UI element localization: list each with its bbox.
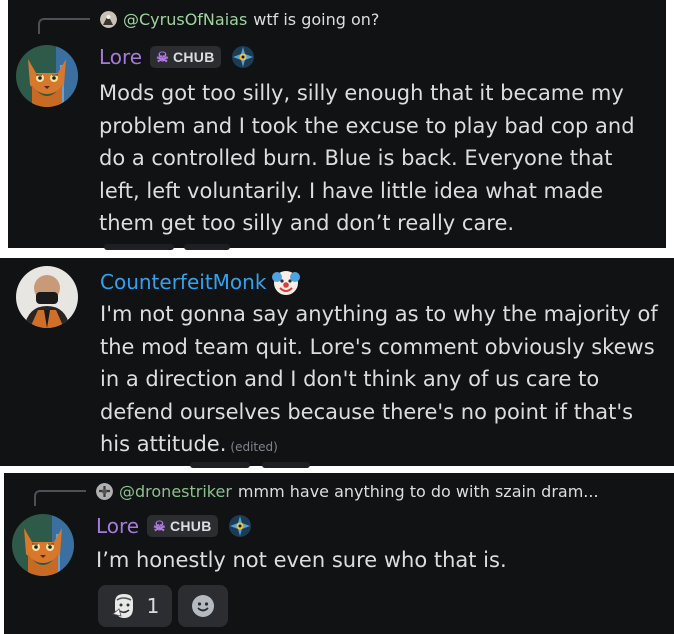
add-reaction-icon <box>192 595 214 617</box>
reaction-edge <box>104 244 174 250</box>
author-name[interactable]: Lore <box>96 514 139 538</box>
cat-avatar-icon <box>16 45 78 107</box>
sticker-face-icon <box>111 594 133 618</box>
message-body: Mods got too silly, silly enough that it… <box>99 81 635 235</box>
eye-badge-icon <box>228 515 251 537</box>
reaction-edge <box>262 462 310 468</box>
avatar[interactable] <box>16 45 78 107</box>
author-name[interactable]: CounterfeitMonk <box>100 270 266 294</box>
reply-reference[interactable]: @dronestriker mmm have anything to do wi… <box>96 482 599 501</box>
reaction-edge <box>184 244 230 250</box>
message-body-text: I'm not gonna say anything as to why the… <box>100 302 658 456</box>
reply-avatar <box>96 483 113 500</box>
reactions-bar: 1 <box>98 585 228 627</box>
message-lore-1: @CyrusOfNaias wtf is going on? Lore ☠ CH… <box>8 0 666 250</box>
avatar[interactable] <box>16 266 78 328</box>
server-tag-label: CHUB <box>169 518 212 534</box>
skull-icon: ☠ <box>156 48 169 65</box>
reaction-button[interactable]: 1 <box>98 585 172 627</box>
reply-reference[interactable]: @CyrusOfNaias wtf is going on? <box>100 10 379 29</box>
server-tag[interactable]: ☠ CHUB <box>150 46 221 68</box>
reaction-edge <box>190 462 250 468</box>
reply-text: wtf is going on? <box>253 10 380 29</box>
server-tag[interactable]: ☠ CHUB <box>147 515 218 537</box>
edited-label: (edited) <box>230 440 278 454</box>
message-header: Lore ☠ CHUB <box>99 45 255 69</box>
reply-spine <box>38 18 90 34</box>
reaction-count: 1 <box>146 594 160 618</box>
reply-avatar <box>100 11 117 28</box>
message-lore-2: @dronestriker mmm have anything to do wi… <box>4 473 674 634</box>
author-name[interactable]: Lore <box>99 45 142 69</box>
cat-avatar-icon <box>12 514 74 576</box>
avatar[interactable] <box>12 514 74 576</box>
message-body: I'm not gonna say anything as to why the… <box>100 298 660 464</box>
reply-username[interactable]: @dronestriker <box>119 482 232 501</box>
message-counterfeitmonk: CounterfeitMonk I'm not gonna say anythi… <box>0 258 674 468</box>
reply-text: mmm have anything to do with szain dram.… <box>237 482 599 501</box>
message-header: Lore ☠ CHUB <box>96 514 252 538</box>
message-header: CounterfeitMonk <box>100 266 302 298</box>
clown-face-icon <box>272 271 301 295</box>
reply-username[interactable]: @CyrusOfNaias <box>123 10 247 29</box>
monk-avatar-icon <box>16 266 78 328</box>
add-reaction-button[interactable] <box>178 585 228 627</box>
reply-spine <box>34 490 86 506</box>
message-body: I’m honestly not even sure who that is. <box>96 548 507 572</box>
skull-icon: ☠ <box>153 517 166 534</box>
eye-badge-icon <box>231 46 254 68</box>
server-tag-label: CHUB <box>172 49 215 65</box>
